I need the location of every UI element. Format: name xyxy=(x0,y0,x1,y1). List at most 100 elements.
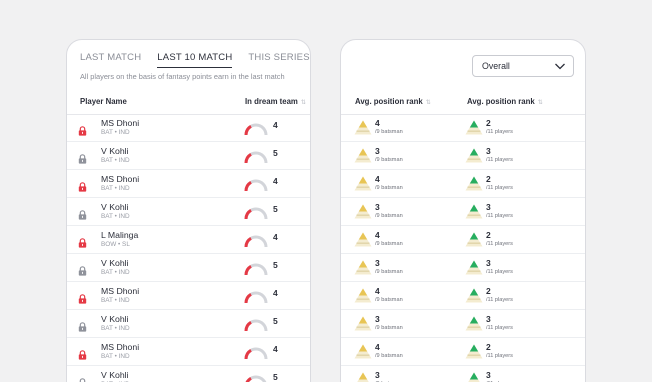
table-row[interactable]: 4/9 batsman 2/11 players xyxy=(341,338,585,366)
filter-dropdown[interactable]: Overall xyxy=(472,55,574,77)
rank-triangle-icon xyxy=(354,260,372,275)
gauge-icon xyxy=(243,121,269,137)
player-rank: 3 xyxy=(486,202,491,212)
rank-triangle-icon xyxy=(354,316,372,331)
dream-team-count: 5 xyxy=(273,204,278,214)
table-row[interactable]: 4/9 batsman 2/11 players xyxy=(341,282,585,310)
table-row[interactable]: V KohliBAT • IND5 xyxy=(67,142,310,170)
dream-team-count: 5 xyxy=(273,316,278,326)
rank-triangle-icon xyxy=(354,120,372,135)
rank-triangle-icon xyxy=(354,372,372,382)
table-row[interactable]: 3/9 batsman3/11 players xyxy=(341,142,585,170)
dream-team-count: 5 xyxy=(273,372,278,382)
rank-triangle-icon xyxy=(465,232,483,247)
player-meta: BAT • IND xyxy=(101,129,130,136)
batsman-rank-sub: /9 batsman xyxy=(375,269,403,275)
rank-rows: 4/9 batsman 2/11 players 3/9 batsman 3/11 p… xyxy=(341,114,585,382)
player-name: V Kohli xyxy=(101,202,129,212)
batsman-rank-sub: /9 batsman xyxy=(375,213,403,219)
table-row[interactable]: V KohliBAT • IND 5 xyxy=(67,198,310,226)
table-row[interactable]: L Malinga BOW • SL 4 xyxy=(67,226,310,254)
player-meta: BAT • IND xyxy=(101,269,130,276)
tab-last-10-match[interactable]: LAST 10 MATCH xyxy=(157,52,233,68)
lock-icon xyxy=(78,263,87,276)
table-row[interactable]: MS Dhoni BAT • IND 4 xyxy=(67,282,310,310)
rank-triangle-icon xyxy=(465,204,483,219)
rank-triangle-icon xyxy=(465,148,483,163)
table-row[interactable]: 3/9 batsman3/11 players xyxy=(341,254,585,282)
player-meta: BAT • IND xyxy=(101,213,130,220)
avg-rank-header-1-label: Avg. position rank xyxy=(355,97,423,106)
batsman-rank: 4 xyxy=(375,286,380,296)
table-row[interactable]: 4/9 batsman 2/11 players xyxy=(341,170,585,198)
lock-icon xyxy=(78,291,87,304)
player-rank: 2 xyxy=(486,174,491,184)
batsman-rank-sub: /9 batsman xyxy=(375,157,403,163)
player-name: L Malinga xyxy=(101,230,139,240)
batsman-rank-sub: /9 batsman xyxy=(375,353,403,359)
table-row[interactable]: 3/9 batsman3/11 players xyxy=(341,310,585,338)
table-row[interactable]: V KohliBAT • IND 5 xyxy=(67,254,310,282)
batsman-rank: 4 xyxy=(375,118,380,128)
table-row[interactable]: 4/9 batsman 2/11 players xyxy=(341,226,585,254)
player-name: MS Dhoni xyxy=(101,342,140,352)
avg-rank-header-1[interactable]: Avg. position rank ⇅ xyxy=(355,97,431,106)
batsman-rank: 4 xyxy=(375,174,380,184)
table-row[interactable]: MS Dhoni BAT • IND 4 xyxy=(67,338,310,366)
player-rank-sub: /11 players xyxy=(486,269,513,275)
batsman-rank-sub: /9 batsman xyxy=(375,297,403,303)
rank-triangle-icon xyxy=(465,344,483,359)
player-name: V Kohli xyxy=(101,146,129,156)
gauge-icon xyxy=(243,261,269,277)
dream-team-count: 4 xyxy=(273,176,278,186)
batsman-rank-sub: /9 batsman xyxy=(375,129,403,135)
table-row[interactable]: V KohliBAT • IND5 xyxy=(67,366,310,382)
gauge-icon xyxy=(243,289,269,305)
rank-triangle-icon xyxy=(465,260,483,275)
match-tabs: LAST MATCH LAST 10 MATCH THIS SERIES xyxy=(80,52,310,68)
gauge-icon xyxy=(243,205,269,221)
dream-team-header[interactable]: In dream team ⇅ xyxy=(245,97,306,106)
lock-icon xyxy=(78,151,87,164)
table-row[interactable]: MS Dhoni BAT • IND 4 xyxy=(67,170,310,198)
gauge-icon xyxy=(243,317,269,333)
tab-last-match[interactable]: LAST MATCH xyxy=(80,52,141,68)
table-row[interactable]: 3/9 batsman3/11 players xyxy=(341,366,585,382)
table-row[interactable]: 4/9 batsman 2/11 players xyxy=(341,114,585,142)
player-meta: BOW • SL xyxy=(101,241,130,248)
rank-triangle-icon xyxy=(465,316,483,331)
gauge-icon xyxy=(243,345,269,361)
batsman-rank: 3 xyxy=(375,258,380,268)
batsman-rank: 4 xyxy=(375,342,380,352)
player-meta: BAT • IND xyxy=(101,325,130,332)
avg-rank-header-2[interactable]: Avg. position rank ⇅ xyxy=(467,97,543,106)
player-meta: BAT • IND xyxy=(101,353,130,360)
batsman-rank: 3 xyxy=(375,370,380,380)
dream-team-count: 5 xyxy=(273,260,278,270)
player-rank-sub: /11 players xyxy=(486,241,513,247)
player-rank: 3 xyxy=(486,370,491,380)
player-rank-sub: /11 players xyxy=(486,157,513,163)
player-meta: BAT • IND xyxy=(101,185,130,192)
batsman-rank: 3 xyxy=(375,146,380,156)
tab-this-series[interactable]: THIS SERIES xyxy=(248,52,309,68)
player-rank-sub: /11 players xyxy=(486,129,513,135)
player-rank: 2 xyxy=(486,230,491,240)
sort-icon[interactable]: ⇅ xyxy=(301,100,306,106)
lock-icon xyxy=(78,207,87,220)
player-rank-sub: /11 players xyxy=(486,213,513,219)
table-row[interactable]: 3/9 batsman3/11 players xyxy=(341,198,585,226)
player-name: V Kohli xyxy=(101,258,129,268)
player-rank: 3 xyxy=(486,314,491,324)
player-name-header-label: Player Name xyxy=(80,97,127,106)
rank-triangle-icon xyxy=(465,120,483,135)
dropdown-selected: Overall xyxy=(482,61,510,71)
chevron-down-icon xyxy=(555,63,565,70)
table-row[interactable]: V KohliBAT • IND 5 xyxy=(67,310,310,338)
player-name: V Kohli xyxy=(101,314,129,324)
sort-icon[interactable]: ⇅ xyxy=(538,100,543,106)
player-rank-sub: /11 players xyxy=(486,353,513,359)
table-row[interactable]: MS Dhoni BAT • IND 4 xyxy=(67,114,310,142)
player-name: MS Dhoni xyxy=(101,118,140,128)
sort-icon[interactable]: ⇅ xyxy=(426,100,431,106)
